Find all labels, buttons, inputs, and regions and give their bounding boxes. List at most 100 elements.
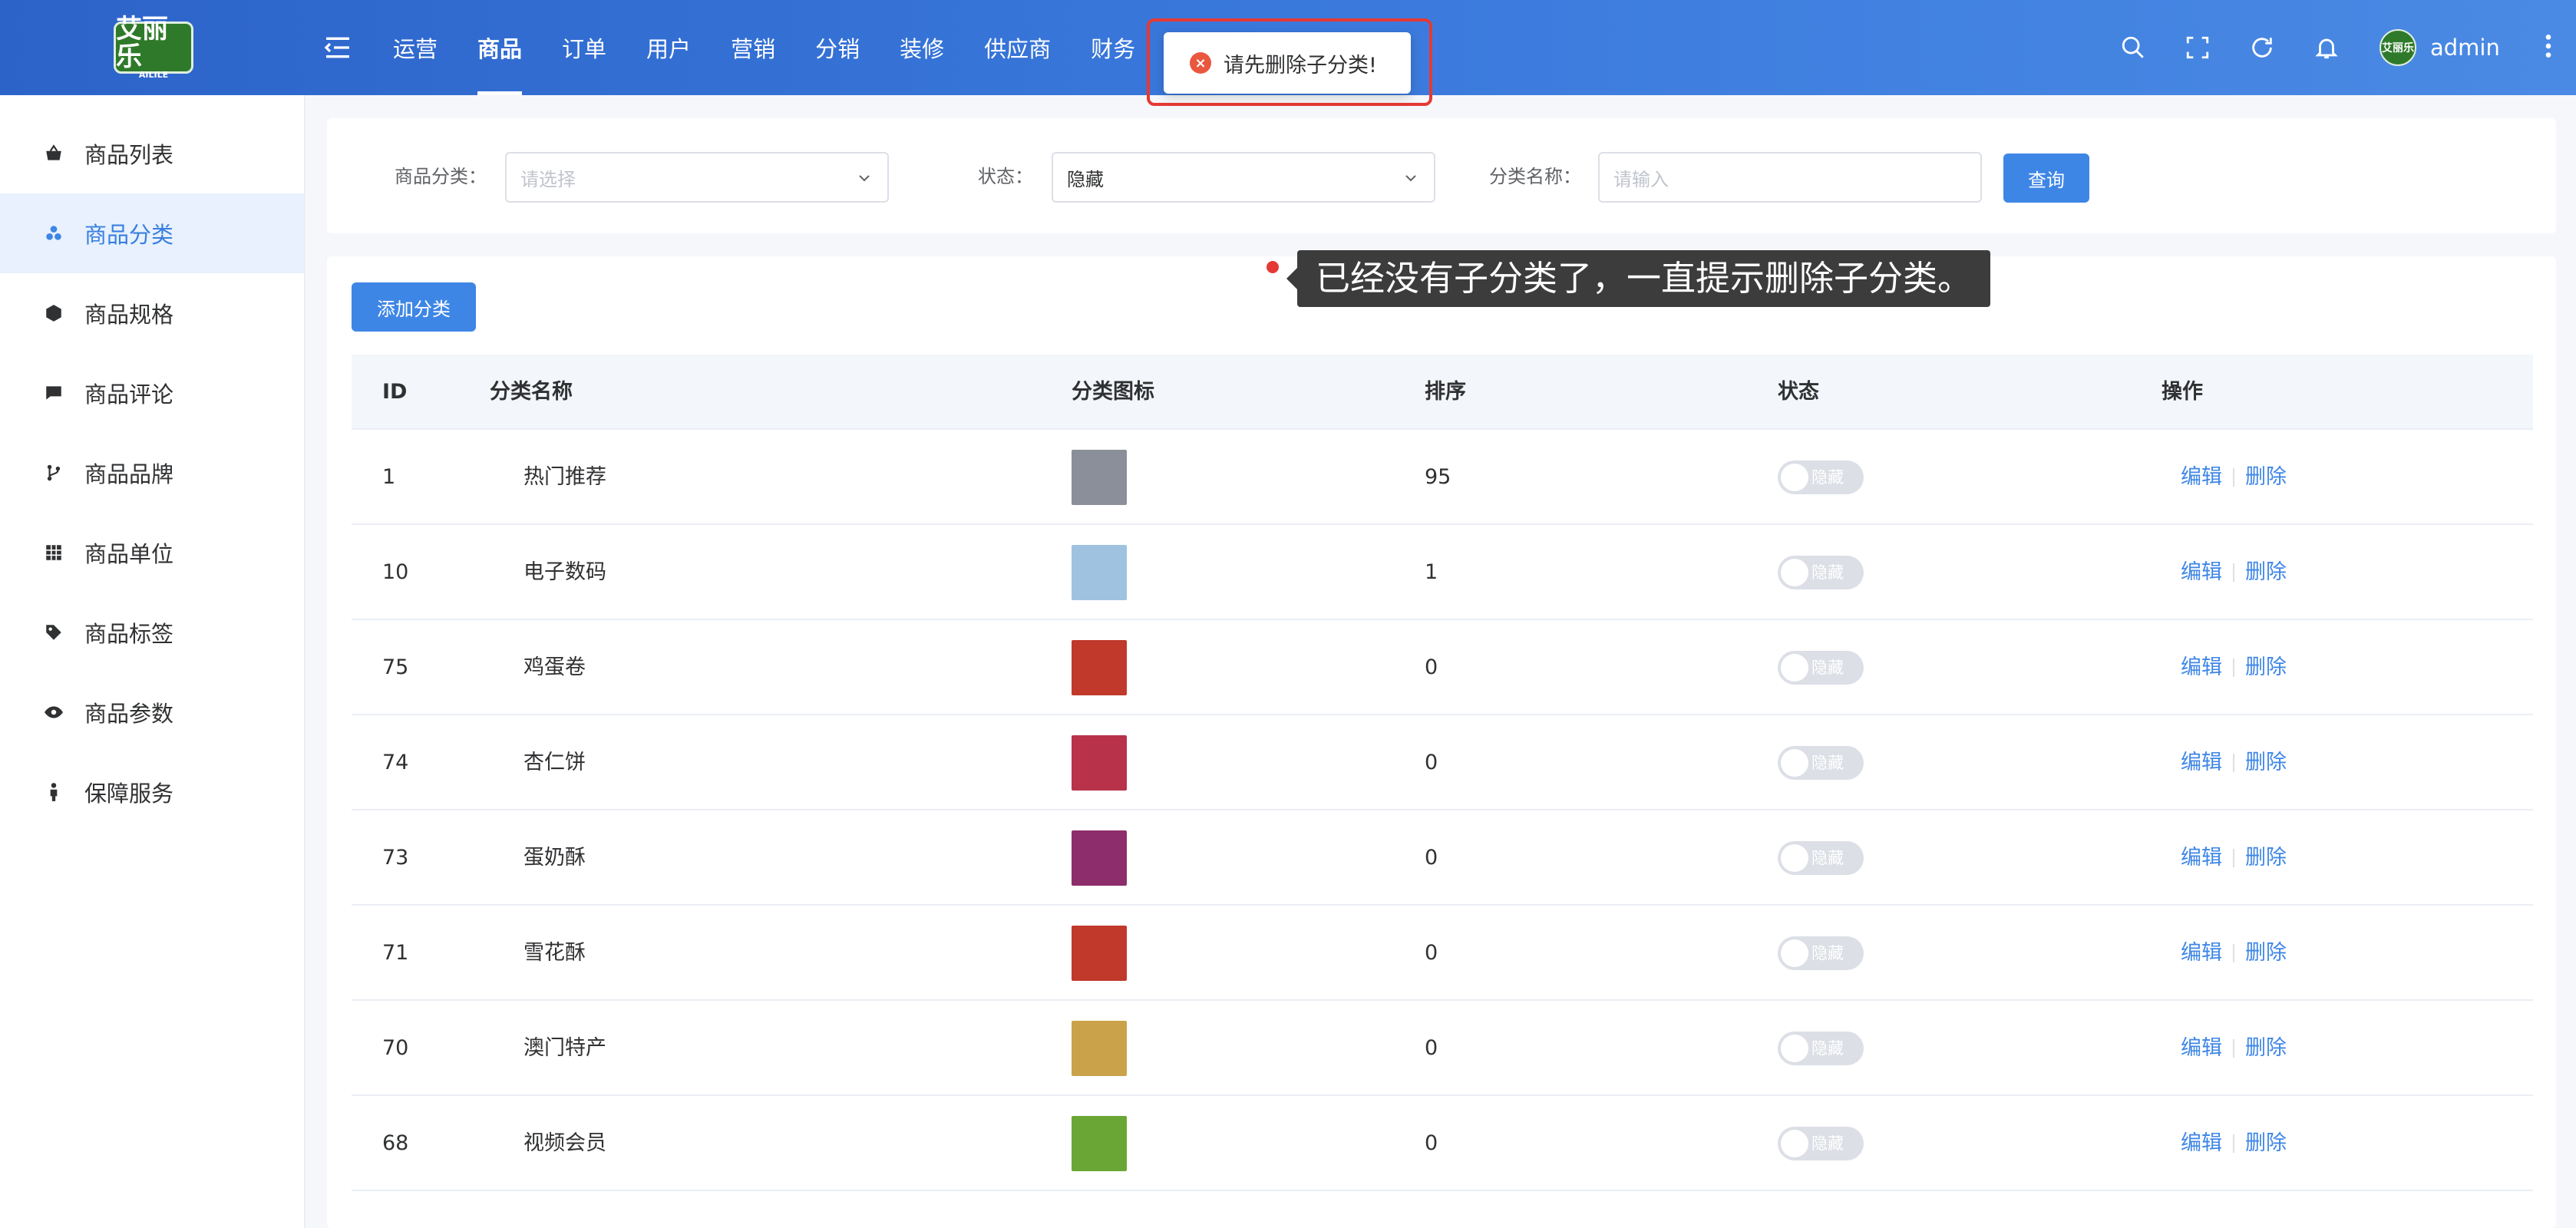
col-id: ID (382, 380, 408, 404)
sidebar-item-2[interactable]: 商品规格 (0, 273, 304, 353)
nav-item-6[interactable]: 装修 (880, 0, 964, 95)
category-thumbnail (1072, 640, 1127, 695)
edit-link[interactable]: 编辑 (2181, 810, 2222, 906)
cell-id: 68 (382, 1131, 409, 1155)
category-table-card: 添加分类 ID 分类名称 分类图标 排序 状态 操作 1 热门推荐 95 隐藏 编辑 删除… (327, 256, 2556, 1228)
logo-area: 艾丽乐 AILILE (0, 0, 307, 95)
more-vertical-icon[interactable] (2533, 31, 2564, 61)
sidebar-item-4[interactable]: 商品品牌 (0, 433, 304, 513)
nav-item-7[interactable]: 供应商 (964, 0, 1071, 95)
toggle-knob (1781, 844, 1808, 872)
sidebar-item-3[interactable]: 商品评论 (0, 353, 304, 433)
edit-link[interactable]: 编辑 (2181, 906, 2222, 1001)
nav-item-5[interactable]: 分销 (795, 0, 880, 95)
divider (2233, 849, 2234, 867)
delete-link[interactable]: 删除 (2245, 430, 2287, 525)
delete-link[interactable]: 删除 (2245, 1096, 2287, 1191)
row-actions: 编辑 删除 (2181, 906, 2287, 1001)
divider (2233, 754, 2234, 772)
status-toggle[interactable]: 隐藏 (1778, 746, 1864, 780)
edit-link[interactable]: 编辑 (2181, 430, 2222, 525)
sidebar-item-1[interactable]: 商品分类 (0, 193, 304, 273)
toggle-label: 隐藏 (1811, 754, 1844, 772)
delete-link[interactable]: 删除 (2245, 1001, 2287, 1096)
edit-link[interactable]: 编辑 (2181, 620, 2222, 715)
edit-link[interactable]: 编辑 (2181, 715, 2222, 810)
user-name: admin (2430, 35, 2500, 61)
brand-icon (43, 462, 64, 484)
category-filter-label: 商品分类： (395, 166, 487, 187)
table-row: 70 澳门特产 0 隐藏 编辑 删除 (352, 1001, 2533, 1096)
divider (2233, 1039, 2234, 1058)
sidebar-item-6[interactable]: 商品标签 (0, 593, 304, 672)
edit-link[interactable]: 编辑 (2181, 1001, 2222, 1096)
edit-link[interactable]: 编辑 (2181, 1096, 2222, 1191)
cube-icon (43, 302, 64, 324)
cell-name: 蛋奶酥 (523, 846, 586, 870)
sidebar-item-0[interactable]: 商品列表 (0, 114, 304, 193)
row-actions: 编辑 删除 (2181, 1096, 2287, 1191)
delete-link[interactable]: 删除 (2245, 620, 2287, 715)
table-row: 75 鸡蛋卷 0 隐藏 编辑 删除 (352, 620, 2533, 715)
brand-logo[interactable]: 艾丽乐 AILILE (114, 15, 193, 80)
sidebar-item-7[interactable]: 商品参数 (0, 672, 304, 752)
annotation-callout: 已经没有子分类了，一直提示删除子分类。 (1286, 250, 1991, 307)
status-toggle[interactable]: 隐藏 (1778, 841, 1864, 875)
delete-link[interactable]: 删除 (2245, 715, 2287, 810)
col-icon: 分类图标 (1072, 380, 1154, 404)
error-toast: × 请先删除子分类! (1164, 32, 1411, 94)
toast-message: 请先删除子分类! (1224, 53, 1377, 78)
user-menu[interactable]: 艾丽乐 admin (2379, 29, 2500, 66)
nav-item-0[interactable]: 运营 (373, 0, 457, 95)
toggle-label: 隐藏 (1811, 1134, 1844, 1153)
toggle-knob (1781, 749, 1808, 777)
sidebar-item-5[interactable]: 商品单位 (0, 513, 304, 593)
refresh-icon[interactable] (2247, 33, 2277, 62)
sidebar-item-8[interactable]: 保障服务 (0, 752, 304, 832)
search-icon[interactable] (2119, 33, 2148, 62)
status-select[interactable]: 隐藏 (1052, 152, 1435, 203)
delete-link[interactable]: 删除 (2245, 525, 2287, 620)
status-filter-label: 状态： (978, 166, 1033, 187)
toggle-knob (1781, 939, 1808, 967)
nav-item-3[interactable]: 用户 (626, 0, 711, 95)
status-toggle[interactable]: 隐藏 (1778, 1032, 1864, 1065)
eye-icon (43, 701, 64, 723)
delete-link[interactable]: 删除 (2245, 906, 2287, 1001)
annotation-marker (1267, 261, 1279, 273)
nav-item-2[interactable]: 订单 (542, 0, 626, 95)
status-toggle[interactable]: 隐藏 (1778, 936, 1864, 970)
toggle-knob (1781, 559, 1808, 586)
table-row: 10 电子数码 1 隐藏 编辑 删除 (352, 525, 2533, 620)
category-select[interactable]: 请选择 (505, 152, 889, 203)
sidebar: 商品列表 商品分类 商品规格 商品评论 商品品牌 商品单位 商品标签 商品参数 保障服务 (0, 95, 305, 1228)
nav-item-8[interactable]: 财务 (1071, 0, 1155, 95)
name-input[interactable]: 请输入 (1598, 152, 1982, 203)
tag-icon (43, 622, 64, 643)
nav-item-1[interactable]: 商品 (457, 0, 542, 95)
brand-name: 艾丽乐 (116, 14, 168, 72)
edit-link[interactable]: 编辑 (2181, 525, 2222, 620)
category-select-placeholder: 请选择 (520, 168, 576, 190)
toggle-knob (1781, 1130, 1808, 1157)
cell-name: 电子数码 (523, 560, 606, 584)
status-toggle[interactable]: 隐藏 (1778, 556, 1864, 589)
table-row: 1 热门推荐 95 隐藏 编辑 删除 (352, 430, 2533, 525)
category-thumbnail (1072, 450, 1127, 505)
row-actions: 编辑 删除 (2181, 810, 2287, 906)
query-button[interactable]: 查询 (2003, 154, 2089, 203)
add-category-button[interactable]: 添加分类 (352, 282, 476, 332)
menu-fold-icon[interactable] (322, 32, 353, 63)
status-toggle[interactable]: 隐藏 (1778, 1127, 1864, 1160)
chevron-down-icon (859, 175, 870, 182)
col-name: 分类名称 (490, 380, 573, 404)
bell-icon[interactable] (2312, 33, 2341, 62)
cell-id: 1 (382, 465, 396, 489)
status-toggle[interactable]: 隐藏 (1778, 651, 1864, 685)
delete-link[interactable]: 删除 (2245, 810, 2287, 906)
nav-item-4[interactable]: 营销 (711, 0, 795, 95)
table-row: 68 视频会员 0 隐藏 编辑 删除 (352, 1096, 2533, 1191)
fullscreen-icon[interactable] (2183, 33, 2212, 62)
status-toggle[interactable]: 隐藏 (1778, 460, 1864, 494)
top-nav: 运营 商品 订单 用户 营销 分销 装修 供应商 财务 (373, 0, 1155, 95)
